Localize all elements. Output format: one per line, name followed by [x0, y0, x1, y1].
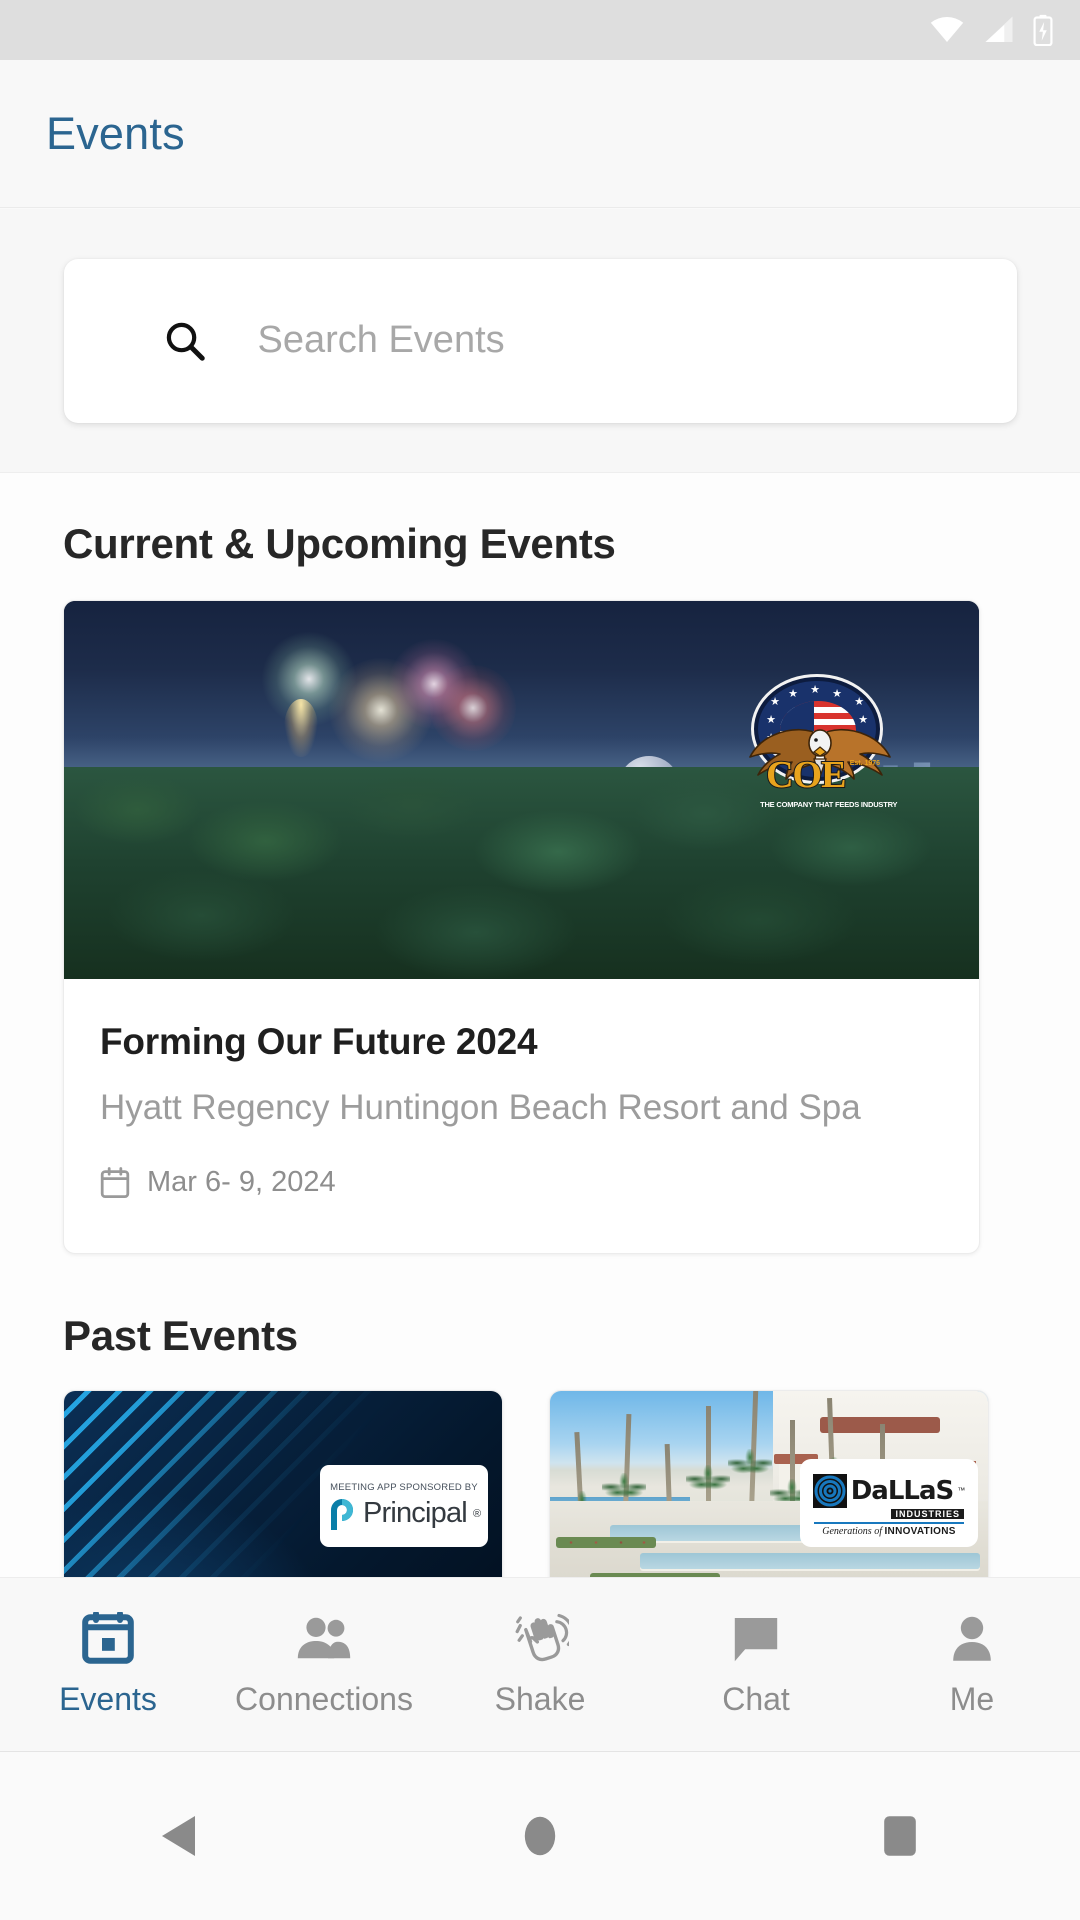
dallas-tagline-italic: Generations of	[822, 1525, 885, 1537]
circle-icon	[524, 1816, 556, 1856]
search-icon	[166, 322, 205, 361]
nav-label-shake: Shake	[494, 1681, 586, 1717]
event-date-row: Mar 6- 9, 2024	[64, 1166, 979, 1199]
nav-label-events: Events	[59, 1681, 157, 1717]
app-bar: Events	[0, 60, 1080, 208]
nav-item-shake[interactable]: Shake	[432, 1611, 648, 1718]
event-card-body: Forming Our Future 2024 Hyatt Regency Hu…	[64, 979, 979, 1253]
triangle-left-icon	[162, 1816, 195, 1856]
dallas-logo-row: DaLLaS ™	[812, 1473, 966, 1508]
firework-trail	[283, 699, 318, 758]
back-button[interactable]	[90, 1752, 270, 1920]
registered-mark: ®	[472, 1507, 482, 1520]
people-icon	[295, 1611, 353, 1667]
android-system-nav	[0, 1752, 1080, 1920]
dallas-tagline-bold: INNOVATIONS	[884, 1525, 956, 1537]
dallas-swirl-icon	[812, 1473, 847, 1508]
dallas-rule	[814, 1521, 964, 1524]
status-bar	[0, 0, 1080, 60]
nav-label-connections: Connections	[235, 1681, 413, 1717]
section-heading-current: Current & Upcoming Events	[63, 520, 616, 567]
dallas-subtitle: INDUSTRIES	[891, 1508, 964, 1519]
dallas-industries-logo: DaLLaS ™ INDUSTRIES Generations of INNOV…	[800, 1459, 978, 1547]
battery-charging-icon	[1033, 14, 1053, 46]
event-venue: Hyatt Regency Huntingon Beach Resort and…	[100, 1088, 861, 1127]
nav-item-events[interactable]: Events	[0, 1611, 216, 1718]
page-title: Events	[46, 107, 185, 159]
square-icon	[884, 1816, 916, 1856]
principal-sponsor-badge: MEETING APP SPONSORED BY Principal ®	[320, 1465, 488, 1547]
events-scroll-content[interactable]: Current & Upcoming Events ★ ★ ★ ★ ★ ★ ★ …	[0, 473, 1080, 1641]
app-root: Events Search Events Current & Upcoming …	[0, 0, 1080, 1920]
section-heading-past: Past Events	[63, 1312, 298, 1359]
dallas-wordmark: DaLLaS	[850, 1475, 955, 1506]
bottom-navigation: Events Connections Shake Chat Me	[0, 1577, 1080, 1752]
nav-item-me[interactable]: Me	[864, 1611, 1080, 1718]
event-hero-image: ★ ★ ★ ★ ★ ★ ★ ★ ★ ★ ★ ★ ★	[64, 601, 979, 979]
nav-item-chat[interactable]: Chat	[648, 1611, 864, 1718]
calendar-icon	[100, 1166, 130, 1198]
trademark-mark: ™	[957, 1486, 966, 1495]
nav-label-chat: Chat	[722, 1681, 790, 1717]
firework-burst	[430, 665, 516, 752]
search-bar[interactable]: Search Events	[63, 258, 1017, 423]
shake-hand-icon	[511, 1611, 569, 1667]
recents-button[interactable]	[810, 1752, 990, 1920]
nav-label-me: Me	[949, 1681, 995, 1717]
coe-logo: ★ ★ ★ ★ ★ ★ ★ ★ ★ ★ ★ ★ ★	[748, 676, 898, 811]
coe-tagline: THE COMPANY THAT FEEDS INDUSTRY	[760, 799, 898, 809]
coe-wordmark: COE	[765, 753, 847, 797]
principal-p-icon	[330, 1498, 353, 1530]
event-card-featured[interactable]: ★ ★ ★ ★ ★ ★ ★ ★ ★ ★ ★ ★ ★	[63, 600, 980, 1254]
event-date: Mar 6- 9, 2024	[147, 1166, 336, 1198]
event-title: Forming Our Future 2024	[100, 1021, 538, 1062]
principal-wordmark: Principal	[362, 1497, 468, 1529]
person-icon	[948, 1611, 996, 1667]
sponsor-kicker: MEETING APP SPONSORED BY	[330, 1481, 478, 1493]
chat-bubble-icon	[730, 1611, 782, 1667]
home-button[interactable]	[450, 1752, 630, 1920]
dallas-tagline: Generations of INNOVATIONS	[822, 1526, 955, 1537]
coe-established: Est. 1976	[849, 759, 881, 767]
search-input[interactable]: Search Events	[258, 319, 505, 362]
nav-item-connections[interactable]: Connections	[216, 1611, 432, 1718]
principal-logo-row: Principal ®	[327, 1497, 481, 1531]
wifi-icon	[930, 16, 964, 42]
calendar-event-icon	[82, 1611, 134, 1667]
cellular-signal-icon	[985, 16, 1013, 42]
search-area: Search Events	[0, 209, 1080, 473]
